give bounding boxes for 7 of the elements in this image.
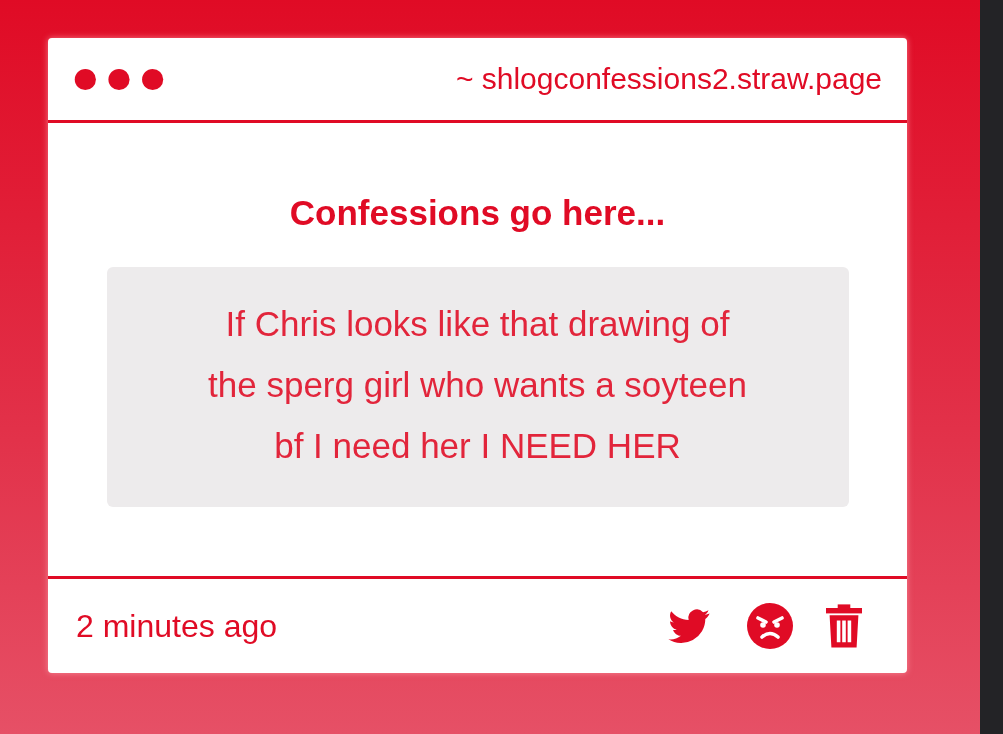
heading: Confessions go here... <box>289 193 666 233</box>
angry-face-icon[interactable] <box>746 602 794 650</box>
delete-icon[interactable] <box>826 604 862 648</box>
confession-text: If Chris looks like that drawing of the sperg girl who wants a soyteen bf I need her I NEED HER <box>106 267 849 507</box>
window-dots-icon <box>72 66 166 92</box>
page-address: ~ shlogconfessions2.straw.page <box>455 62 882 96</box>
timestamp: 2 minutes ago <box>76 607 277 645</box>
